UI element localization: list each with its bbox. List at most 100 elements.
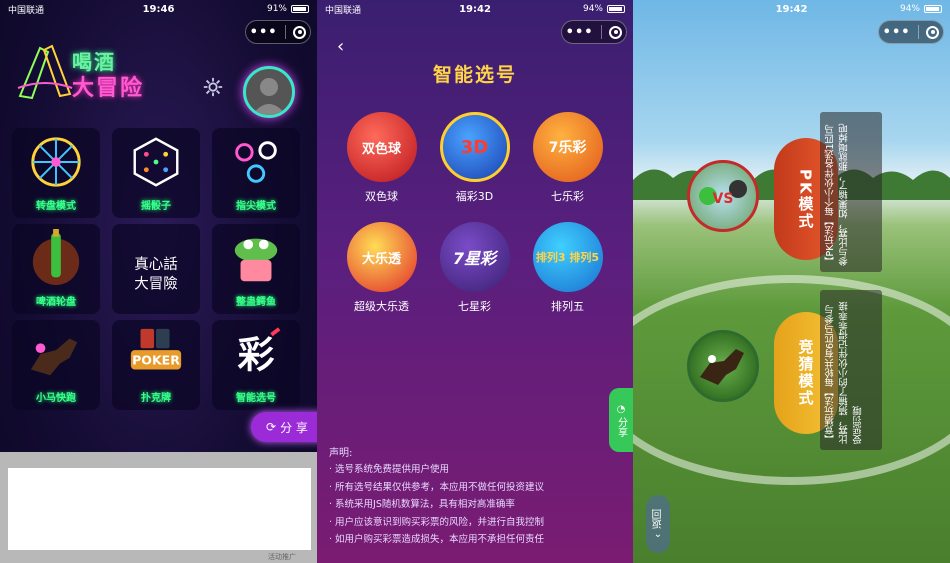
close-miniprogram-icon[interactable] <box>293 25 307 39</box>
pailie-five-icon: 排列3 排列5 <box>532 222 603 292</box>
share-label: 分 享 <box>280 420 308 435</box>
battery-icon <box>924 5 942 13</box>
page-title: 智能选号 <box>432 64 517 86</box>
tile-label: 指尖模式 <box>236 201 276 212</box>
app-title-line2: 大冒险 <box>72 76 145 101</box>
disclaimer-list: · 选号系统免费提供用户使用 · 所有选号结果仅供参考，本应用不做任何投资建议 … <box>329 461 544 549</box>
seven-star-icon: 7星彩 <box>439 222 510 292</box>
miniprogram-capsule: ••• <box>245 20 311 44</box>
disclaimer-item: · 如用户购买彩票造成损失，本应用不承担任何责任 <box>329 534 545 545</box>
qilecai-icon: 7乐彩 <box>532 112 603 182</box>
more-menu-icon[interactable]: ••• <box>250 25 278 40</box>
lottery-item-qilecai[interactable]: 7乐彩 七乐彩 <box>521 112 614 204</box>
miniprogram-capsule: ••• <box>878 20 944 44</box>
drinking-game-home-screen: 中国联通 19:46 91% ••• 喝酒 大冒险 转盘模式 摇骰子 指尖模式 … <box>0 0 317 563</box>
truth-dare-icon: 真心話 大冒險 <box>134 255 178 292</box>
lottery-item-seven-star[interactable]: 7星彩 七星彩 <box>428 222 521 314</box>
super-lotto-icon: 大乐透 <box>346 222 417 292</box>
game-mode-grid: 转盘模式 摇骰子 指尖模式 啤酒轮盘 真心話 大冒險 整蛊鳄鱼 小马快跑 POK… <box>12 128 308 410</box>
svg-text:VS: VS <box>713 191 734 207</box>
close-miniprogram-icon[interactable] <box>926 25 940 39</box>
tile-truth-or-dare[interactable]: 真心話 大冒險 <box>112 224 200 314</box>
status-bar: 中国联通 19:46 91% <box>0 0 317 18</box>
battery-icon <box>607 5 625 13</box>
horse-race-icon <box>30 338 78 376</box>
svg-text:POKER: POKER <box>132 353 180 368</box>
lottery-item-fucai-3d[interactable]: 3D 福彩3D <box>428 112 521 204</box>
logo-text: 双色球 <box>361 141 401 157</box>
user-silhouette-icon <box>252 78 286 115</box>
share-button[interactable]: ⟳ 分 享 <box>251 412 317 442</box>
tile-prank-crocodile[interactable]: 整蛊鳄鱼 <box>212 224 300 314</box>
crocodile-icon <box>234 238 278 282</box>
more-menu-icon[interactable]: ••• <box>883 25 911 40</box>
back-button[interactable]: 返回 ⌄ <box>646 495 670 553</box>
back-label: 返回 <box>652 508 664 529</box>
wheel-icon <box>31 137 81 187</box>
logo-text: 3D <box>460 136 489 158</box>
lottery-grid: 双色球 双色球 3D 福彩3D 7乐彩 七乐彩 大乐透 超级大乐透 7星彩 七星… <box>335 112 615 314</box>
tile-pony-race[interactable]: 小马快跑 <box>12 320 100 410</box>
tile-label: 整蛊鳄鱼 <box>236 297 276 308</box>
svg-text:彩: 彩 <box>238 334 275 377</box>
battery-percent: 94% <box>899 4 920 14</box>
logo-text: 大乐透 <box>361 251 401 267</box>
user-avatar[interactable] <box>243 66 295 118</box>
lottery-item-super-lotto[interactable]: 大乐透 超级大乐透 <box>335 222 428 314</box>
tile-label: 智能选号 <box>236 393 276 404</box>
tile-fingertip-mode[interactable]: 指尖模式 <box>212 128 300 218</box>
back-arrow-icon[interactable]: ‹ <box>337 36 344 57</box>
disclaimer-item: · 所有选号结果仅供参考，本应用不做任何投资建议 <box>329 481 545 493</box>
lottery-item-pailie-five[interactable]: 排列3 排列5 排列五 <box>521 222 614 314</box>
tile-label: 转盘模式 <box>36 201 76 212</box>
lottery-label: 七星彩 <box>458 300 491 313</box>
fucai-3d-icon: 3D <box>439 112 510 182</box>
pk-rules-text: 【PK玩法】每个小伙伴各选1匹马参与比赛，如果输了，那就喝掉吧 <box>820 112 882 272</box>
fingertip-icon <box>235 141 277 183</box>
horse-race-icon <box>687 330 759 402</box>
status-bar: 19:42 94% <box>633 0 950 18</box>
close-miniprogram-icon[interactable] <box>609 25 623 39</box>
ad-banner[interactable] <box>8 468 311 550</box>
disclaimer-item: · 系统采用JS随机数算法，具有相对高准确率 <box>329 499 515 510</box>
lottery-item-union-lotto[interactable]: 双色球 双色球 <box>335 112 428 204</box>
share-label: 分享 <box>615 416 627 437</box>
battery-percent: 94% <box>582 4 603 14</box>
poker-icon: POKER <box>130 328 182 370</box>
more-menu-icon[interactable]: ••• <box>566 25 594 40</box>
miniprogram-capsule: ••• <box>561 20 627 44</box>
tile-label: 啤酒轮盘 <box>36 297 76 308</box>
tile-label: 摇骰子 <box>141 201 171 212</box>
tile-smart-number-pick[interactable]: 彩 智能选号 <box>212 320 300 410</box>
svg-text:真心話: 真心話 <box>134 255 178 273</box>
logo-text: 7乐彩 <box>548 140 587 156</box>
disclaimer-item: · 选号系统免费提供用户使用 <box>329 464 450 475</box>
pony-race-mode-screen: 19:42 94% ••• <box>633 0 950 563</box>
battery-icon <box>291 5 309 13</box>
tile-label: 小马快跑 <box>36 393 76 404</box>
share-icon: ⟳ <box>266 420 277 434</box>
lottery-label: 超级大乐透 <box>354 300 409 313</box>
lottery-label: 排列五 <box>551 300 584 313</box>
tile-dice[interactable]: 摇骰子 <box>112 128 200 218</box>
union-lotto-icon: 双色球 <box>346 112 417 182</box>
tile-wheel-mode[interactable]: 转盘模式 <box>12 128 100 218</box>
ad-tag: 活动推广 <box>268 553 296 561</box>
lottery-label: 福彩3D <box>455 190 494 203</box>
lottery-label: 七乐彩 <box>551 190 584 203</box>
beer-roulette-icon <box>32 229 80 286</box>
status-bar: 中国联通 19:42 94% <box>317 0 633 18</box>
battery-percent: 91% <box>266 4 287 14</box>
smart-number-pick-screen: 中国联通 19:42 94% ••• ‹ 智能选号 双色球 双色球 3D 福彩3… <box>317 0 633 563</box>
share-button[interactable]: ◔ 分享 <box>609 388 633 452</box>
pk-vs-icon: VS <box>687 160 759 232</box>
tile-label: 扑克牌 <box>141 393 171 404</box>
wechat-icon: ◔ <box>616 403 626 415</box>
svg-text:大冒險: 大冒險 <box>134 275 178 292</box>
gear-icon[interactable] <box>202 76 224 98</box>
pk-mode-label: PK模式 <box>796 168 815 230</box>
tile-beer-roulette[interactable]: 啤酒轮盘 <box>12 224 100 314</box>
disclaimer-title: 声明: <box>329 448 353 459</box>
guess-mode-label: 竞猜模式 <box>796 339 815 407</box>
tile-poker[interactable]: POKER 扑克牌 <box>112 320 200 410</box>
